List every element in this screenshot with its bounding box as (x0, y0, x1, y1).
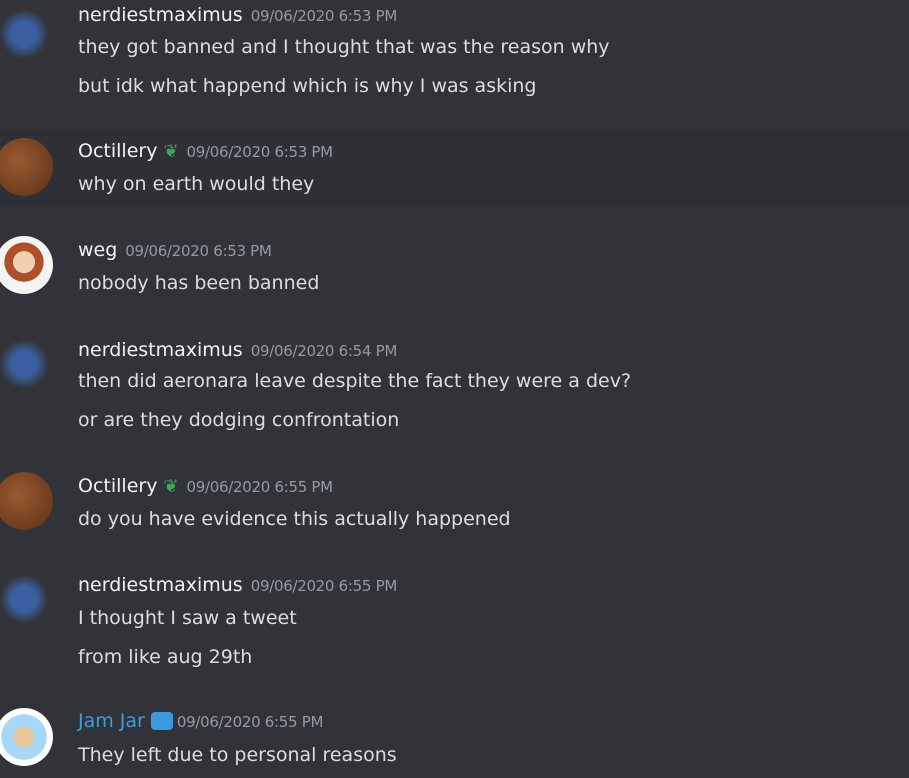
sprout-icon: ❦ (163, 141, 179, 162)
avatar[interactable] (0, 472, 53, 530)
author-name[interactable]: Jam Jar (78, 710, 145, 732)
message-group: weg 09/06/2020 6:53 PM nobody has been ba… (0, 230, 909, 305)
message-text: but idk what happend which is why I was … (78, 75, 537, 97)
message-group: nerdiestmaximus 09/06/2020 6:54 PM then d… (0, 330, 909, 440)
message-text: I thought I saw a tweet (78, 607, 297, 629)
sprout-icon: ❦ (163, 476, 179, 497)
message-text: why on earth would they (78, 173, 315, 195)
author-name[interactable]: Octillery (78, 140, 157, 162)
message-group: Octillery ❦ 09/06/2020 6:55 PM do you have… (0, 466, 909, 542)
message-group: nerdiestmaximus 09/06/2020 6:53 PM they g… (0, 0, 909, 110)
author-name[interactable]: weg (78, 239, 117, 261)
author-name[interactable]: nerdiestmaximus (78, 4, 243, 26)
message-text: then did aeronara leave despite the fact… (78, 370, 632, 392)
message-text: nobody has been banned (78, 272, 320, 294)
avatar[interactable] (0, 138, 53, 196)
avatar[interactable] (0, 335, 53, 393)
cube-icon (150, 712, 173, 730)
timestamp: 09/06/2020 6:53 PM (186, 143, 334, 161)
message-text: they got banned and I thought that was t… (78, 36, 610, 58)
avatar[interactable] (0, 570, 53, 628)
timestamp: 09/06/2020 6:55 PM (186, 478, 334, 496)
author-name[interactable]: Octillery (78, 475, 157, 497)
avatar[interactable] (0, 5, 53, 63)
message-group: nerdiestmaximus 09/06/2020 6:55 PM I thou… (0, 565, 909, 675)
author-name[interactable]: nerdiestmaximus (78, 574, 243, 596)
timestamp: 09/06/2020 6:53 PM (250, 7, 398, 25)
timestamp: 09/06/2020 6:53 PM (125, 242, 272, 260)
message-text: They left due to personal reasons (78, 744, 397, 766)
message-text: or are they dodging confrontation (78, 409, 400, 431)
timestamp: 09/06/2020 6:54 PM (250, 342, 398, 360)
message-text: from like aug 29th (78, 646, 253, 668)
timestamp: 09/06/2020 6:55 PM (176, 713, 324, 731)
avatar[interactable] (0, 236, 53, 294)
message-group: Octillery ❦ 09/06/2020 6:53 PM why on eart… (0, 130, 909, 206)
message-group: Jam Jar 09/06/2020 6:55 PM They left due … (0, 700, 909, 778)
avatar[interactable] (0, 708, 53, 766)
message-text: do you have evidence this actually happe… (78, 508, 511, 530)
author-name[interactable]: nerdiestmaximus (78, 339, 243, 361)
timestamp: 09/06/2020 6:55 PM (250, 577, 398, 595)
